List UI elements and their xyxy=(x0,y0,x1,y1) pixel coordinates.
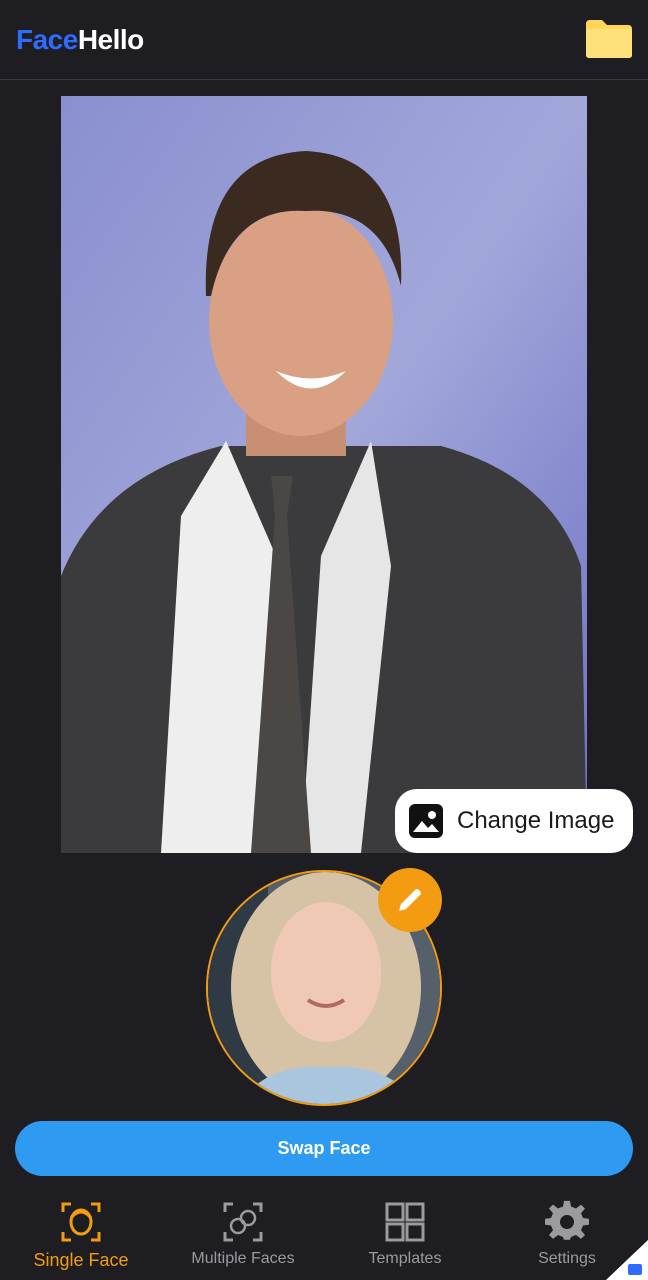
nav-label-settings: Settings xyxy=(538,1250,596,1267)
single-face-icon xyxy=(61,1202,101,1242)
bottom-nav: Single Face Multiple Faces Templates Set… xyxy=(0,1190,648,1280)
folder-icon[interactable] xyxy=(584,18,634,60)
image-icon xyxy=(409,804,443,838)
nav-label-templates: Templates xyxy=(368,1250,442,1267)
change-image-button[interactable]: Change Image xyxy=(395,789,633,853)
logo-text-face: Face xyxy=(16,24,78,55)
app-logo: FaceHello xyxy=(16,24,144,56)
nav-label-multiple-faces: Multiple Faces xyxy=(191,1250,295,1267)
nav-label-single-face: Single Face xyxy=(33,1250,129,1270)
nav-item-templates[interactable]: Templates xyxy=(324,1190,486,1280)
swap-face-button[interactable]: Swap Face xyxy=(15,1121,633,1176)
logo-text-hello: Hello xyxy=(77,24,144,55)
change-image-label: Change Image xyxy=(457,807,615,834)
multiple-faces-icon xyxy=(223,1202,263,1242)
target-photo xyxy=(61,96,587,853)
nav-item-multiple-faces[interactable]: Multiple Faces xyxy=(162,1190,324,1280)
nav-item-single-face[interactable]: Single Face xyxy=(0,1190,162,1280)
pencil-icon xyxy=(399,889,421,911)
gear-icon xyxy=(545,1200,589,1240)
edit-face-button[interactable] xyxy=(378,868,442,932)
corner-badge xyxy=(606,1240,648,1280)
templates-icon xyxy=(385,1202,425,1242)
app-header: FaceHello xyxy=(0,0,648,80)
